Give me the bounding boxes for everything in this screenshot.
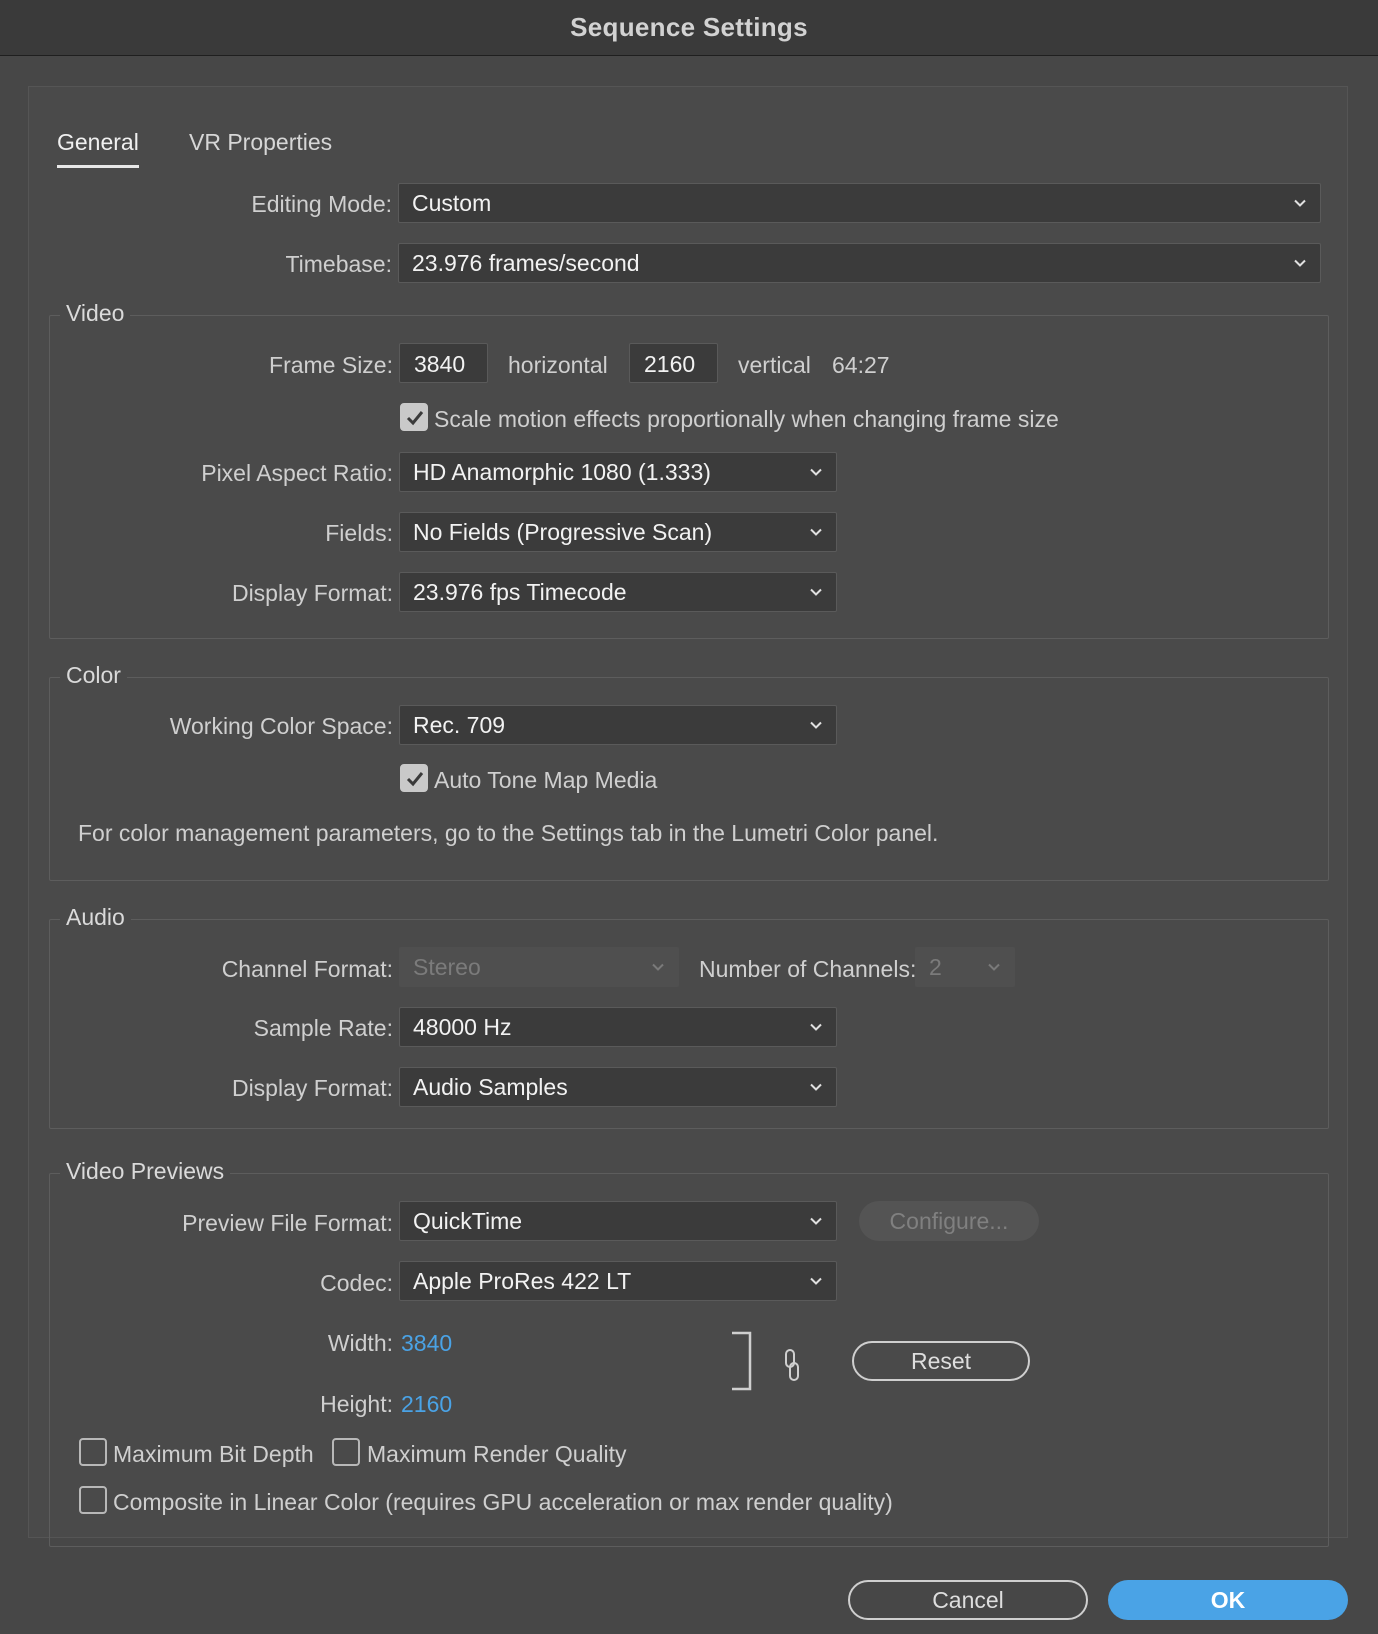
working-color-space-select[interactable]: Rec. 709 xyxy=(399,705,837,745)
working-color-space-value: Rec. 709 xyxy=(413,712,506,738)
editing-mode-value: Custom xyxy=(412,190,492,216)
dimension-bracket-icon xyxy=(732,1331,752,1391)
video-group-title: Video xyxy=(60,300,131,327)
pixel-aspect-select[interactable]: HD Anamorphic 1080 (1.333) xyxy=(399,452,837,492)
color-group-title: Color xyxy=(60,662,127,689)
checkmark-icon xyxy=(406,411,424,426)
editing-mode-label: Editing Mode: xyxy=(251,191,392,217)
chevron-down-icon xyxy=(810,1217,822,1225)
timebase-label: Timebase: xyxy=(285,251,392,277)
vertical-label: vertical xyxy=(738,352,811,378)
timebase-value: 23.976 frames/second xyxy=(412,250,640,276)
channel-format-value: Stereo xyxy=(413,954,481,980)
video-previews-group-title: Video Previews xyxy=(60,1158,231,1185)
number-of-channels-select: 2 xyxy=(915,947,1015,987)
preview-file-format-select[interactable]: QuickTime xyxy=(399,1201,837,1241)
fields-label: Fields: xyxy=(325,520,393,546)
max-render-quality-label: Maximum Render Quality xyxy=(367,1441,627,1467)
sample-rate-select[interactable]: 48000 Hz xyxy=(399,1007,837,1047)
settings-panel: General VR Properties Editing Mode: Cust… xyxy=(28,86,1348,1547)
ok-button[interactable]: OK xyxy=(1108,1580,1348,1620)
number-of-channels-value: 2 xyxy=(929,954,942,980)
width-label: Width: xyxy=(327,1330,393,1356)
audio-display-format-value: Audio Samples xyxy=(413,1074,568,1100)
codec-label: Codec: xyxy=(320,1270,393,1296)
preview-file-format-value: QuickTime xyxy=(413,1208,523,1234)
aspect-ratio-readout: 64:27 xyxy=(832,352,890,378)
timebase-select[interactable]: 23.976 frames/second xyxy=(398,243,1321,283)
checkmark-icon xyxy=(406,772,424,787)
composite-linear-color-label: Composite in Linear Color (requires GPU … xyxy=(113,1489,893,1515)
max-bit-depth-label: Maximum Bit Depth xyxy=(113,1441,314,1467)
chevron-down-icon xyxy=(1294,199,1306,207)
sample-rate-label: Sample Rate: xyxy=(253,1015,393,1041)
preview-width-value[interactable]: 3840 xyxy=(401,1330,452,1357)
chevron-down-icon xyxy=(810,1083,822,1091)
sample-rate-value: 48000 Hz xyxy=(413,1014,512,1040)
preview-height-value[interactable]: 2160 xyxy=(401,1391,452,1418)
pixel-aspect-label: Pixel Aspect Ratio: xyxy=(201,460,393,486)
color-management-note: For color management parameters, go to t… xyxy=(78,820,939,846)
window-title: Sequence Settings xyxy=(570,12,808,42)
video-display-format-value: 23.976 fps Timecode xyxy=(413,579,627,605)
frame-size-label: Frame Size: xyxy=(269,352,393,378)
pixel-aspect-value: HD Anamorphic 1080 (1.333) xyxy=(413,459,711,485)
fields-value: No Fields (Progressive Scan) xyxy=(413,519,713,545)
chevron-down-icon xyxy=(1294,259,1306,267)
chevron-down-icon xyxy=(810,468,822,476)
chevron-down-icon xyxy=(810,1023,822,1031)
chevron-down-icon xyxy=(810,588,822,596)
video-group: Video Frame Size: 3840 horizontal 2160 v… xyxy=(49,300,1329,639)
codec-value: Apple ProRes 422 LT xyxy=(413,1268,632,1294)
height-label: Height: xyxy=(320,1391,393,1417)
horizontal-label: horizontal xyxy=(508,352,608,378)
frame-height-field[interactable]: 2160 xyxy=(629,343,718,383)
audio-display-format-label: Display Format: xyxy=(231,1075,393,1101)
frame-width-field[interactable]: 3840 xyxy=(399,343,488,383)
reset-button[interactable]: Reset xyxy=(852,1341,1030,1381)
preview-file-format-label: Preview File Format: xyxy=(182,1210,393,1236)
fields-select[interactable]: No Fields (Progressive Scan) xyxy=(399,512,837,552)
channel-format-label: Channel Format: xyxy=(221,956,393,982)
color-group: Color Working Color Space: Rec. 709 Auto… xyxy=(49,662,1329,881)
composite-linear-color-checkbox[interactable] xyxy=(79,1486,107,1514)
audio-group-title: Audio xyxy=(60,904,131,931)
chevron-down-icon xyxy=(988,963,1000,971)
number-of-channels-label: Number of Channels: xyxy=(699,956,917,982)
chevron-down-icon xyxy=(652,963,664,971)
audio-group: Audio Channel Format: Stereo Number of C… xyxy=(49,904,1329,1129)
working-color-space-label: Working Color Space: xyxy=(169,713,393,739)
tab-vr-properties[interactable]: VR Properties xyxy=(189,129,332,156)
sequence-settings-dialog: General VR Properties Editing Mode: Cust… xyxy=(0,56,1378,1634)
max-bit-depth-checkbox[interactable] xyxy=(79,1438,107,1466)
cancel-button[interactable]: Cancel xyxy=(848,1580,1088,1620)
chevron-down-icon xyxy=(810,528,822,536)
editing-mode-select[interactable]: Custom xyxy=(398,183,1321,223)
video-display-format-label: Display Format: xyxy=(231,580,393,606)
audio-display-format-select[interactable]: Audio Samples xyxy=(399,1067,837,1107)
scale-motion-label: Scale motion effects proportionally when… xyxy=(434,406,1059,432)
configure-button: Configure... xyxy=(859,1201,1039,1241)
tab-general[interactable]: General xyxy=(57,129,139,168)
chevron-down-icon xyxy=(810,1277,822,1285)
auto-tone-map-label: Auto Tone Map Media xyxy=(434,767,658,793)
title-bar: Sequence Settings xyxy=(0,0,1378,56)
auto-tone-map-checkbox[interactable] xyxy=(400,764,428,792)
codec-select[interactable]: Apple ProRes 422 LT xyxy=(399,1261,837,1301)
chevron-down-icon xyxy=(810,721,822,729)
max-render-quality-checkbox[interactable] xyxy=(332,1438,360,1466)
link-chain-icon[interactable] xyxy=(783,1348,801,1382)
video-display-format-select[interactable]: 23.976 fps Timecode xyxy=(399,572,837,612)
video-previews-group: Video Previews Preview File Format: Quic… xyxy=(49,1158,1329,1547)
scale-motion-checkbox[interactable] xyxy=(400,403,428,431)
channel-format-select: Stereo xyxy=(399,947,679,987)
